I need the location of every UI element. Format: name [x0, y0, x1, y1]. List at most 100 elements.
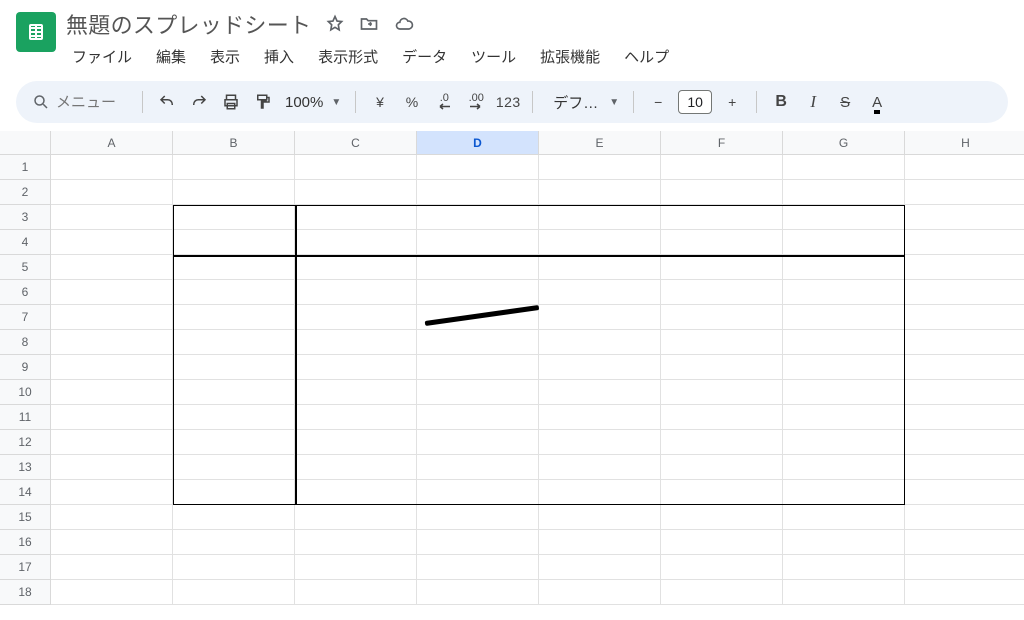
cell-B3[interactable] — [173, 205, 295, 230]
cell-H5[interactable] — [905, 255, 1024, 280]
row-header-9[interactable]: 9 — [0, 355, 51, 380]
cell-F5[interactable] — [661, 255, 783, 280]
cell-D14[interactable] — [417, 480, 539, 505]
cell-D15[interactable] — [417, 505, 539, 530]
font-size-input[interactable]: 10 — [678, 90, 712, 114]
cell-B2[interactable] — [173, 180, 295, 205]
font-family-dropdown[interactable]: デフォ… ▼ — [543, 88, 623, 116]
cell-D8[interactable] — [417, 330, 539, 355]
cell-A13[interactable] — [51, 455, 173, 480]
cell-G13[interactable] — [783, 455, 905, 480]
cell-B15[interactable] — [173, 505, 295, 530]
cell-E10[interactable] — [539, 380, 661, 405]
cell-A2[interactable] — [51, 180, 173, 205]
cell-E11[interactable] — [539, 405, 661, 430]
currency-button[interactable]: ¥ — [366, 88, 394, 116]
cell-G2[interactable] — [783, 180, 905, 205]
cell-G17[interactable] — [783, 555, 905, 580]
cell-A1[interactable] — [51, 155, 173, 180]
cell-A12[interactable] — [51, 430, 173, 455]
cell-A11[interactable] — [51, 405, 173, 430]
row-header-15[interactable]: 15 — [0, 505, 51, 530]
undo-button[interactable] — [153, 88, 181, 116]
cell-F7[interactable] — [661, 305, 783, 330]
strikethrough-button[interactable]: S — [831, 88, 859, 116]
cell-H2[interactable] — [905, 180, 1024, 205]
cell-A17[interactable] — [51, 555, 173, 580]
cell-A7[interactable] — [51, 305, 173, 330]
cell-G18[interactable] — [783, 580, 905, 605]
cell-B4[interactable] — [173, 230, 295, 255]
cell-C11[interactable] — [295, 405, 417, 430]
cell-D9[interactable] — [417, 355, 539, 380]
cell-F2[interactable] — [661, 180, 783, 205]
column-header-E[interactable]: E — [539, 131, 661, 155]
cell-C3[interactable] — [295, 205, 417, 230]
cell-G9[interactable] — [783, 355, 905, 380]
cell-F13[interactable] — [661, 455, 783, 480]
cell-F15[interactable] — [661, 505, 783, 530]
cell-H14[interactable] — [905, 480, 1024, 505]
zoom-dropdown[interactable]: 100% ▼ — [281, 94, 345, 111]
menu-data[interactable]: データ — [390, 42, 459, 71]
cell-H16[interactable] — [905, 530, 1024, 555]
cell-G12[interactable] — [783, 430, 905, 455]
cell-E4[interactable] — [539, 230, 661, 255]
cell-C18[interactable] — [295, 580, 417, 605]
cell-B8[interactable] — [173, 330, 295, 355]
print-button[interactable] — [217, 88, 245, 116]
cell-C10[interactable] — [295, 380, 417, 405]
menu-edit[interactable]: 編集 — [144, 42, 198, 71]
menu-format[interactable]: 表示形式 — [306, 42, 390, 71]
cell-F12[interactable] — [661, 430, 783, 455]
row-header-7[interactable]: 7 — [0, 305, 51, 330]
cell-A5[interactable] — [51, 255, 173, 280]
cell-H6[interactable] — [905, 280, 1024, 305]
cell-G14[interactable] — [783, 480, 905, 505]
menu-view[interactable]: 表示 — [198, 42, 252, 71]
cell-B17[interactable] — [173, 555, 295, 580]
cell-B12[interactable] — [173, 430, 295, 455]
cell-F18[interactable] — [661, 580, 783, 605]
cell-E5[interactable] — [539, 255, 661, 280]
cell-E2[interactable] — [539, 180, 661, 205]
sheets-logo[interactable] — [16, 12, 56, 52]
cell-H7[interactable] — [905, 305, 1024, 330]
row-header-17[interactable]: 17 — [0, 555, 51, 580]
cell-E12[interactable] — [539, 430, 661, 455]
cell-D6[interactable] — [417, 280, 539, 305]
cell-G7[interactable] — [783, 305, 905, 330]
bold-button[interactable]: B — [767, 88, 795, 116]
cell-D2[interactable] — [417, 180, 539, 205]
cell-E13[interactable] — [539, 455, 661, 480]
cell-G8[interactable] — [783, 330, 905, 355]
cell-D5[interactable] — [417, 255, 539, 280]
cell-E8[interactable] — [539, 330, 661, 355]
menu-insert[interactable]: 挿入 — [252, 42, 306, 71]
cell-E9[interactable] — [539, 355, 661, 380]
cell-D17[interactable] — [417, 555, 539, 580]
column-header-F[interactable]: F — [661, 131, 783, 155]
cell-H13[interactable] — [905, 455, 1024, 480]
cell-C14[interactable] — [295, 480, 417, 505]
cell-A8[interactable] — [51, 330, 173, 355]
cell-G4[interactable] — [783, 230, 905, 255]
cell-B13[interactable] — [173, 455, 295, 480]
star-icon[interactable] — [325, 14, 345, 34]
column-header-A[interactable]: A — [51, 131, 173, 155]
cell-E1[interactable] — [539, 155, 661, 180]
paint-format-button[interactable] — [249, 88, 277, 116]
cell-B14[interactable] — [173, 480, 295, 505]
row-header-12[interactable]: 12 — [0, 430, 51, 455]
menu-search-input[interactable] — [56, 94, 124, 111]
cell-F9[interactable] — [661, 355, 783, 380]
cell-E18[interactable] — [539, 580, 661, 605]
cell-H1[interactable] — [905, 155, 1024, 180]
cell-B7[interactable] — [173, 305, 295, 330]
cell-C1[interactable] — [295, 155, 417, 180]
row-header-13[interactable]: 13 — [0, 455, 51, 480]
text-color-button[interactable]: A — [863, 88, 891, 116]
cell-F8[interactable] — [661, 330, 783, 355]
cell-D11[interactable] — [417, 405, 539, 430]
cell-H8[interactable] — [905, 330, 1024, 355]
